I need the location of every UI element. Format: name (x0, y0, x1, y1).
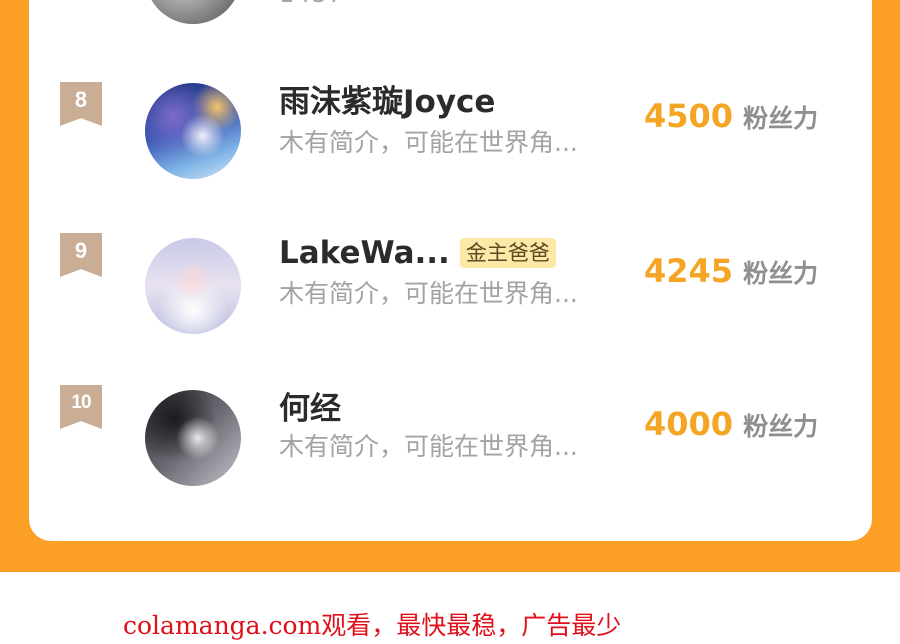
previous-ranking-row[interactable]: 1437 (29, 0, 872, 30)
ranking-row-10[interactable]: 10 何经 木有简介，可能在世界角... 4000 粉丝力 (29, 385, 872, 495)
user-name[interactable]: 何经 (279, 383, 341, 428)
user-desc: 木有简介，可能在世界角... (279, 279, 578, 308)
fans-count: 4245 (644, 252, 734, 290)
user-desc: 木有简介，可能在世界角... (279, 128, 578, 157)
fans-score: 4245 粉丝力 (644, 252, 818, 292)
avatar[interactable] (145, 83, 241, 179)
user-name[interactable]: LakeWa... (279, 235, 450, 271)
footer-watermark-text: colamanga.com观看，最快最稳，广告最少 (123, 611, 622, 640)
rank-badge: 8 (60, 82, 102, 126)
user-desc: 木有简介，可能在世界角... (279, 432, 578, 461)
fans-unit: 粉丝力 (743, 259, 819, 288)
fans-unit: 粉丝力 (743, 104, 819, 133)
avatar[interactable] (145, 0, 241, 24)
rank-badge: 10 (60, 385, 102, 429)
name-line: 雨沫紫璇Joyce (279, 76, 495, 121)
footer: colamanga.com观看，最快最稳，广告最少 (0, 572, 900, 644)
rank-badge: 9 (60, 233, 102, 277)
ranking-card: 1437 8 雨沫紫璇Joyce 木有简介，可能在世界角... 4500 粉丝力… (29, 0, 872, 541)
fans-score: 4000 粉丝力 (644, 405, 818, 445)
ranking-row-9[interactable]: 9 LakeWa... 金主爸爸 木有简介，可能在世界角... 4245 粉丝力 (29, 230, 872, 340)
avatar[interactable] (145, 238, 241, 334)
fans-score: 4500 粉丝力 (644, 97, 818, 137)
previous-row-desc: 1437 (279, 0, 344, 8)
fans-unit: 粉丝力 (743, 412, 819, 441)
avatar[interactable] (145, 390, 241, 486)
fans-count: 4000 (644, 405, 734, 443)
ranking-row-8[interactable]: 8 雨沫紫璇Joyce 木有简介，可能在世界角... 4500 粉丝力 (29, 75, 872, 185)
name-line: 何经 (279, 383, 341, 428)
name-line: LakeWa... 金主爸爸 (279, 233, 556, 273)
fans-count: 4500 (644, 97, 734, 135)
vip-tag-badge: 金主爸爸 (459, 238, 556, 268)
user-name[interactable]: 雨沫紫璇Joyce (279, 76, 495, 121)
